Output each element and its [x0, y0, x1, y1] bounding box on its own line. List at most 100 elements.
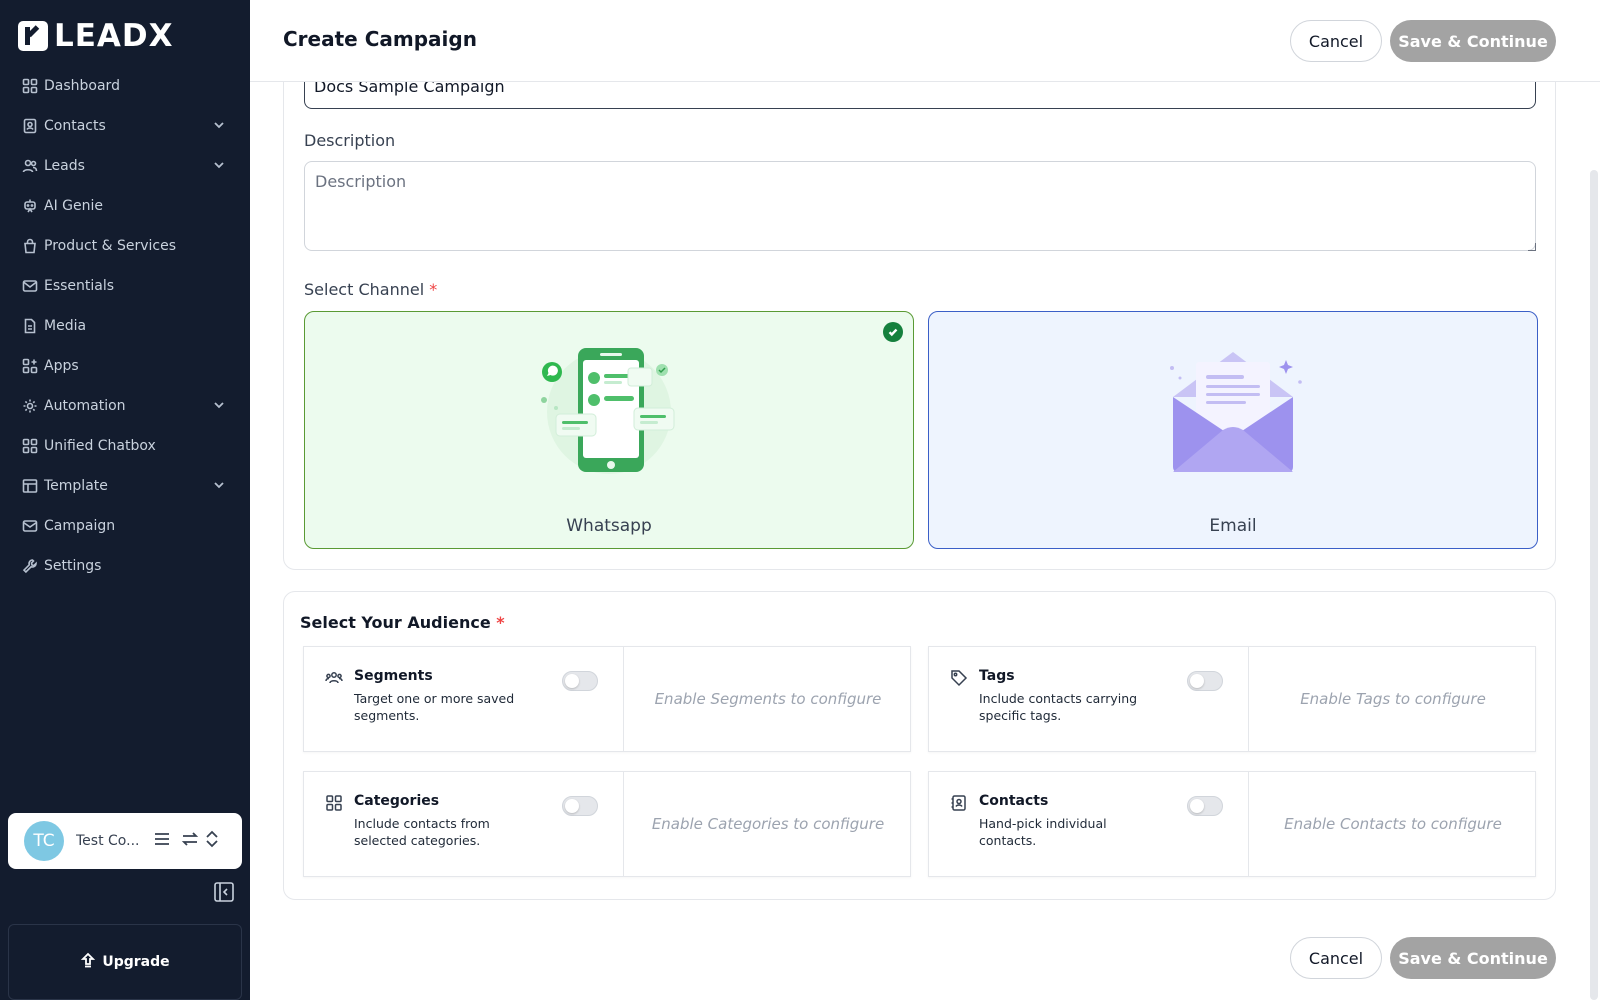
header-save-continue-button[interactable]: Save & Continue — [1390, 20, 1556, 62]
menu-icon[interactable] — [152, 829, 172, 853]
sidebar-item-automation[interactable]: Automation — [0, 386, 250, 426]
page-scrollbar[interactable] — [1590, 170, 1598, 1000]
sidebar-nav: Dashboard Contacts Leads AI Genie Produc… — [0, 66, 250, 586]
contact-card-icon — [950, 794, 968, 812]
required-mark: * — [496, 613, 505, 632]
sidebar-item-leads[interactable]: Leads — [0, 146, 250, 186]
whatsapp-phone-illustration — [541, 348, 675, 474]
channel-whatsapp[interactable]: Whatsapp — [304, 311, 914, 549]
audience-option-name: Tags — [979, 668, 1015, 684]
sidebar-item-label: Apps — [44, 358, 79, 374]
sidebar-item-apps[interactable]: Apps — [0, 346, 250, 386]
audience-option-placeholder: Enable Tags to configure — [1300, 690, 1486, 708]
audience-title: Select Your Audience * — [300, 613, 505, 632]
chevron-down-icon[interactable] — [212, 397, 226, 416]
resize-grip-icon[interactable] — [1528, 243, 1536, 251]
footer-cancel-button[interactable]: Cancel — [1290, 937, 1382, 979]
audience-option-tags: Tags Include contacts carrying specific … — [928, 646, 1536, 752]
audience-option-description: Include contacts carrying specific tags. — [979, 691, 1138, 723]
logo-mark-icon — [18, 21, 48, 51]
sidebar-item-settings[interactable]: Settings — [0, 546, 250, 586]
audience-option-name: Categories — [354, 793, 440, 809]
audience-option-segments: Segments Target one or more saved segmen… — [303, 646, 911, 752]
tag-icon — [950, 669, 968, 687]
channel-label: Email — [1209, 516, 1257, 536]
select-channel-label: Select Channel * — [304, 280, 437, 299]
segments-icon — [325, 669, 343, 687]
page-title: Create Campaign — [283, 27, 477, 51]
select-channel-text: Select Channel — [304, 280, 425, 299]
chevron-down-icon[interactable] — [212, 157, 226, 176]
sidebar-item-campaign[interactable]: Campaign — [0, 506, 250, 546]
description-textarea[interactable]: Description — [304, 161, 1536, 251]
sidebar-item-label: Unified Chatbox — [44, 438, 156, 454]
tags-toggle[interactable] — [1187, 671, 1223, 691]
user-name: Test Co... — [76, 833, 140, 849]
sidebar-item-label: Automation — [44, 398, 126, 414]
audience-option-info: Categories Include contacts from selecte… — [304, 772, 624, 876]
upgrade-label: Upgrade — [102, 954, 170, 970]
audience-option-placeholder: Enable Segments to configure — [654, 690, 882, 708]
brand-logo[interactable]: LEADX — [18, 18, 174, 54]
segments-toggle[interactable] — [562, 671, 598, 691]
sidebar-item-template[interactable]: Template — [0, 466, 250, 506]
contacts-toggle[interactable] — [1187, 796, 1223, 816]
page-header: Create Campaign Cancel Save & Continue — [250, 0, 1600, 82]
audience-option-categories: Categories Include contacts from selecte… — [303, 771, 911, 877]
categories-icon — [325, 794, 343, 812]
audience-option-placeholder: Enable Categories to configure — [651, 815, 885, 833]
audience-option-name: Contacts — [979, 793, 1049, 809]
audience-option-info: Segments Target one or more saved segmen… — [304, 647, 624, 751]
upgrade-button[interactable]: Upgrade — [8, 924, 242, 1000]
audience-option-info: Tags Include contacts carrying specific … — [929, 647, 1249, 751]
channel-label: Whatsapp — [566, 516, 652, 536]
main-content: Docs Sample Campaign Description Descrip… — [250, 0, 1600, 1000]
sidebar-item-essentials[interactable]: Essentials — [0, 266, 250, 306]
sidebar-item-contacts[interactable]: Contacts — [0, 106, 250, 146]
bag-icon — [22, 238, 38, 254]
footer-save-continue-button[interactable]: Save & Continue — [1390, 937, 1556, 979]
sidebar-item-label: Campaign — [44, 518, 116, 534]
sidebar-item-product-services[interactable]: Product & Services — [0, 226, 250, 266]
audience-option-contacts: Contacts Hand-pick individual contacts. … — [928, 771, 1536, 877]
sidebar-item-label: Media — [44, 318, 87, 334]
channel-email[interactable]: Email — [928, 311, 1538, 549]
sidebar-item-label: Dashboard — [44, 78, 120, 94]
upload-icon — [80, 952, 96, 972]
chevron-down-icon[interactable] — [212, 477, 226, 496]
wrench-icon — [22, 558, 38, 574]
sidebar-collapse-button[interactable] — [213, 881, 235, 903]
audience-option-description: Target one or more saved segments. — [354, 691, 515, 723]
sidebar-item-unified-chatbox[interactable]: Unified Chatbox — [0, 426, 250, 466]
sidebar-item-label: Essentials — [44, 278, 115, 294]
brand-name: LEADX — [54, 18, 174, 54]
unfold-icon[interactable] — [202, 829, 222, 853]
robot-icon — [22, 198, 38, 214]
categories-toggle[interactable] — [562, 796, 598, 816]
avatar: TC — [24, 821, 64, 861]
audience-option-placeholder: Enable Contacts to configure — [1284, 815, 1502, 833]
required-mark: * — [429, 280, 438, 299]
sidebar-item-media[interactable]: Media — [0, 306, 250, 346]
file-icon — [22, 318, 38, 334]
sidebar-item-label: AI Genie — [44, 198, 103, 214]
swap-icon[interactable] — [180, 829, 200, 853]
sidebar-item-ai-genie[interactable]: AI Genie — [0, 186, 250, 226]
grid-icon — [22, 438, 38, 454]
user-card[interactable]: TC Test Co... — [8, 813, 242, 869]
sidebar-item-dashboard[interactable]: Dashboard — [0, 66, 250, 106]
check-icon — [883, 322, 903, 342]
sidebar-item-label: Contacts — [44, 118, 106, 134]
campaign-mail-icon — [22, 518, 38, 534]
sidebar-item-label: Template — [44, 478, 108, 494]
email-envelope-illustration — [1170, 352, 1302, 472]
user-actions — [152, 829, 222, 853]
sidebar-item-label: Leads — [44, 158, 85, 174]
header-cancel-button[interactable]: Cancel — [1290, 20, 1382, 62]
contacts-icon — [22, 118, 38, 134]
audience-option-name: Segments — [354, 668, 433, 684]
apps-icon — [22, 358, 38, 374]
audience-option-description: Hand-pick individual contacts. — [979, 816, 1107, 848]
chevron-down-icon[interactable] — [212, 117, 226, 136]
sidebar-item-label: Settings — [44, 558, 102, 574]
